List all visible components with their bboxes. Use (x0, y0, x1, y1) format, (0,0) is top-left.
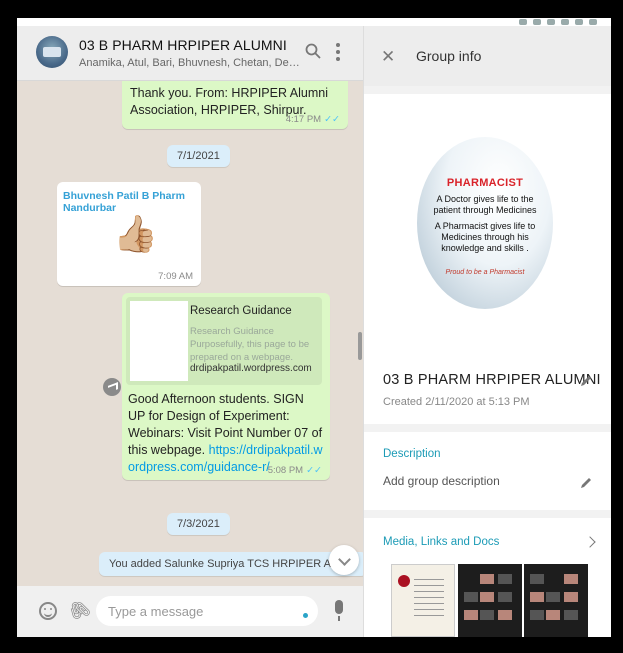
date-chip: 7/3/2021 (167, 513, 230, 535)
edit-description-icon[interactable] (579, 476, 593, 490)
mic-icon[interactable] (335, 600, 343, 621)
link-preview-title: Research Guidance (190, 305, 292, 317)
incoming-message[interactable]: Bhuvnesh Patil B Pharm Nandurbar 👍🏼 7:09… (57, 182, 201, 286)
group-name: 03 B PHARM HRPIPER ALUMNI (383, 372, 601, 388)
message-time: 7:09 AM (158, 271, 193, 282)
menu-icon[interactable] (335, 43, 341, 61)
read-ticks-icon: ✓✓ (306, 465, 322, 476)
chat-header[interactable]: 03 B PHARM HRPIPER ALUMNI Anamika, Atul,… (17, 26, 363, 81)
sender-name[interactable]: Bhuvnesh Patil B Pharm Nandurbar (63, 190, 201, 214)
edit-name-icon[interactable] (579, 374, 593, 388)
chat-pane: 03 B PHARM HRPIPER ALUMNI Anamika, Atul,… (17, 26, 363, 637)
link-preview[interactable]: Research Guidance Research Guidance Purp… (126, 297, 322, 385)
group-info-pane: ✕ Group info PHARMACIST A Doctor gives l… (363, 26, 611, 637)
forward-icon[interactable] (103, 378, 121, 396)
tray-icons (519, 18, 597, 26)
media-thumbnail[interactable] (391, 564, 455, 637)
app-window: 03 B PHARM HRPIPER ALUMNI Anamika, Atul,… (17, 18, 611, 637)
message-time: 4:17 PM ✓✓ (285, 114, 340, 125)
media-section[interactable]: Media, Links and Docs (364, 518, 611, 637)
media-label[interactable]: Media, Links and Docs (383, 536, 499, 548)
media-thumbnail[interactable] (458, 564, 522, 637)
group-photo[interactable]: PHARMACIST A Doctor gives life to the pa… (417, 137, 553, 309)
photo-line-3: Proud to be a Pharmacist (445, 269, 525, 276)
group-info-header: ✕ Group info (364, 26, 611, 86)
message-text: Good Afternoon students. SIGN UP for Des… (128, 391, 324, 476)
thumbs-up-emoji: 👍🏼 (113, 213, 158, 254)
description-field[interactable]: Add group description (383, 474, 500, 488)
input-indicator-icon (303, 613, 308, 618)
scroll-down-button[interactable] (329, 545, 359, 575)
media-thumbnail[interactable] (524, 564, 588, 637)
photo-heading: PHARMACIST (446, 177, 524, 189)
message-composer: 🖇 (17, 586, 363, 637)
read-ticks-icon: ✓✓ (324, 114, 340, 125)
chat-members[interactable]: Anamika, Atul, Bari, Bhuvnesh, Chetan, D… (79, 57, 304, 69)
group-avatar[interactable] (36, 36, 68, 68)
link-preview-domain: drdipakpatil.wordpress.com (190, 363, 312, 374)
chat-title[interactable]: 03 B PHARM HRPIPER ALUMNI (79, 37, 287, 53)
link-preview-description: Research Guidance Purposefully, this pag… (190, 326, 310, 363)
chevron-right-icon[interactable] (584, 536, 596, 548)
message-time: 5:08 PM ✓✓ (267, 465, 322, 476)
message-list[interactable]: Thank you. From: HRPIPER Alumni Associat… (17, 81, 363, 581)
outgoing-message[interactable]: Research Guidance Research Guidance Purp… (122, 293, 330, 480)
group-profile-card: PHARMACIST A Doctor gives life to the pa… (364, 94, 611, 424)
date-chip: 7/1/2021 (167, 145, 230, 167)
scrollbar-thumb[interactable] (358, 332, 362, 360)
group-info-title: Group info (416, 48, 482, 64)
attach-icon[interactable]: 🖇 (64, 596, 94, 626)
description-label: Description (383, 448, 441, 460)
description-section: Description Add group description (364, 432, 611, 510)
emoji-icon[interactable] (39, 602, 57, 620)
close-icon[interactable]: ✕ (381, 48, 395, 65)
search-icon[interactable] (305, 43, 321, 59)
message-input[interactable] (96, 596, 318, 626)
system-message: You added Salunke Supriya TCS HRPIPER Al… (99, 552, 363, 576)
group-created: Created 2/11/2020 at 5:13 PM (383, 396, 530, 408)
photo-line-2: A Pharmacist gives life to Medicines thr… (434, 221, 536, 253)
link-preview-image (130, 301, 188, 381)
top-strip (17, 18, 611, 26)
outgoing-message[interactable]: Thank you. From: HRPIPER Alumni Associat… (122, 81, 348, 129)
